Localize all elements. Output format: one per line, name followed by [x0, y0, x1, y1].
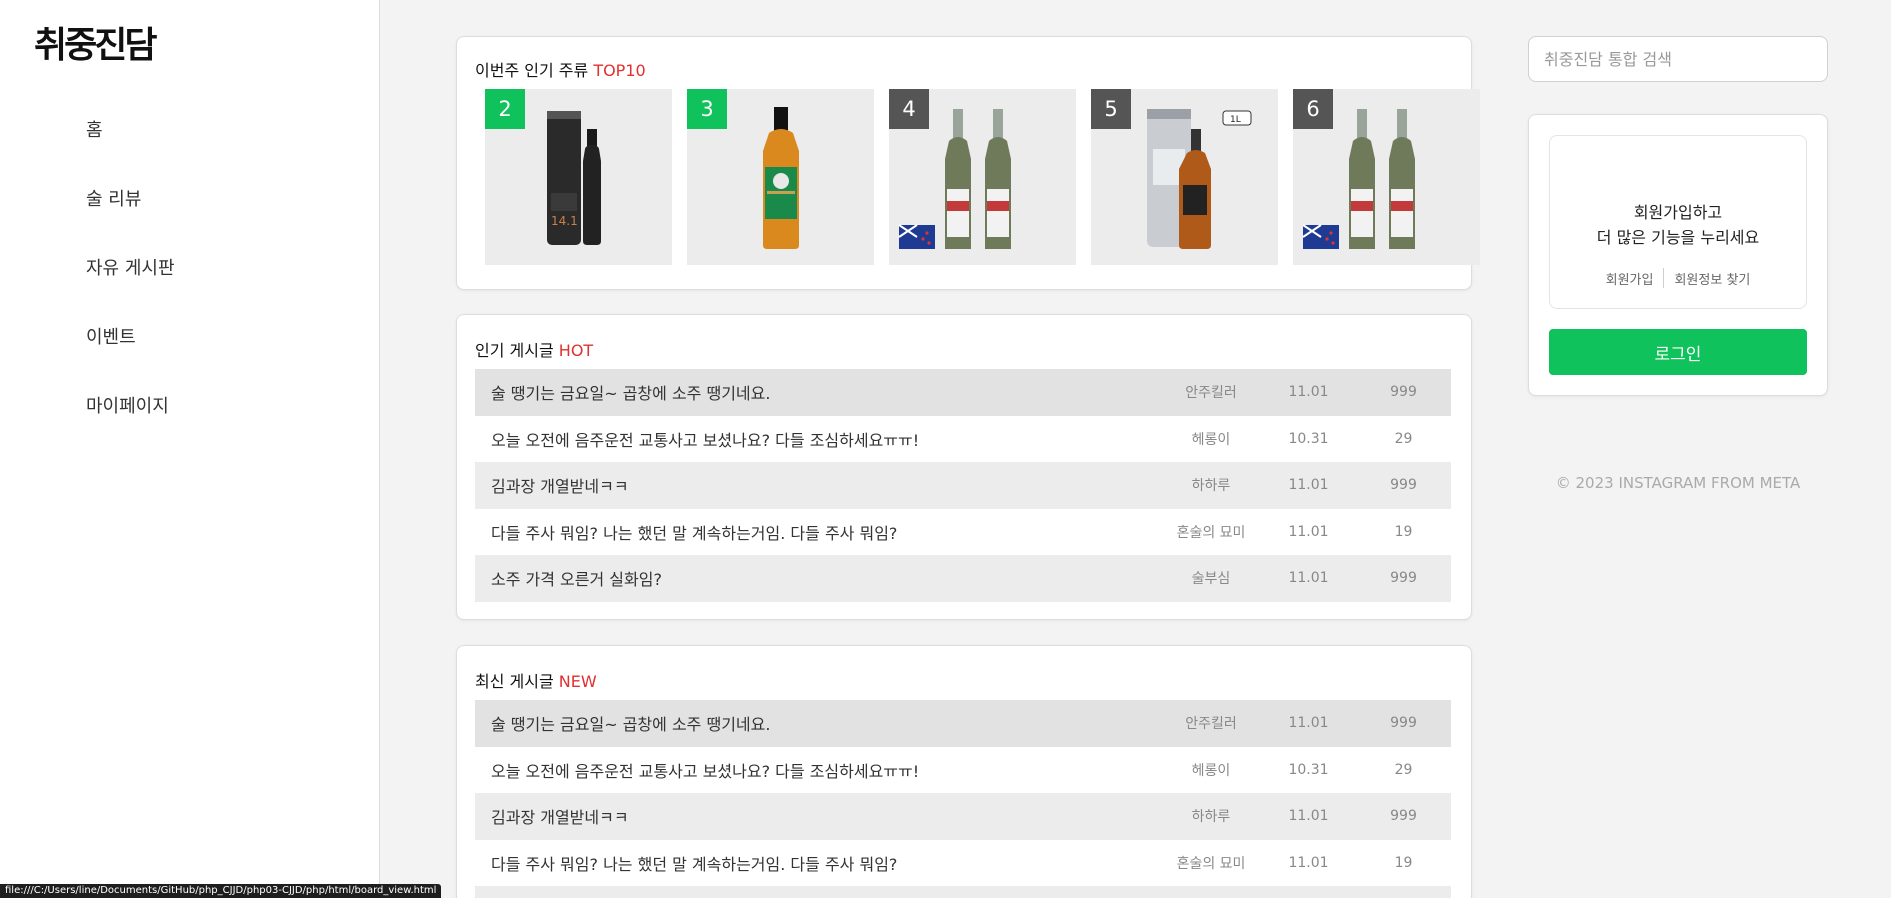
rank-badge: 5	[1091, 89, 1131, 129]
find-account-link[interactable]: 회원정보 찾기	[1674, 269, 1750, 288]
new-posts-title-accent: NEW	[558, 672, 597, 691]
account-links: 회원가입 회원정보 찾기	[1550, 268, 1806, 288]
post-date: 11.01	[1288, 854, 1329, 871]
product-card[interactable]: 6	[1293, 89, 1480, 265]
post-row[interactable]: 술 땡기는 금요일~ 곱창에 소주 땡기네요. 안주킬러 11.01 999	[475, 369, 1451, 416]
post-date: 11.01	[1288, 715, 1329, 732]
post-count: 29	[1394, 430, 1413, 447]
nav-item-liquor-review[interactable]: 술 리뷰	[86, 185, 175, 254]
post-row[interactable]: 김과장 개열받네ㅋㅋ 하하루 11.01 999	[475, 462, 1451, 509]
new-posts-list: 술 땡기는 금요일~ 곱창에 소주 땡기네요. 안주킬러 11.01 999 오…	[475, 700, 1451, 898]
post-count: 999	[1390, 715, 1417, 732]
post-title[interactable]: 술 땡기는 금요일~ 곱창에 소주 땡기네요.	[475, 711, 1161, 735]
post-title[interactable]: 김과장 개열받네ㅋㅋ	[475, 473, 1161, 497]
post-row[interactable]: 오늘 오전에 음주운전 교통사고 보셨나요? 다들 조심하세요ㅠㅠ! 헤롱이 1…	[475, 747, 1451, 794]
site-logo[interactable]: 취중진담	[34, 16, 157, 68]
post-date: 11.01	[1288, 523, 1329, 540]
copyright-text: © 2023 INSTAGRAM FROM META	[1555, 474, 1801, 492]
product-card[interactable]: 4	[889, 89, 1076, 265]
post-count: 19	[1394, 523, 1413, 540]
post-title[interactable]: 오늘 오전에 음주운전 교통사고 보셨나요? 다들 조심하세요ㅠㅠ!	[475, 427, 1161, 451]
post-row[interactable]: 다들 주사 뭐임? 나는 했던 말 계속하는거임. 다들 주사 뭐임? 혼술의 …	[475, 840, 1451, 887]
post-author: 안주킬러	[1185, 716, 1237, 733]
post-title[interactable]: 소주 가격 오른거 실화임?	[475, 566, 1161, 590]
rank-badge: 6	[1293, 89, 1333, 129]
hot-posts-title: 인기 게시글 HOT	[475, 337, 593, 361]
rank-badge: 2	[485, 89, 525, 129]
hot-posts-card: 인기 게시글 HOT 술 땡기는 금요일~ 곱창에 소주 땡기네요. 안주킬러 …	[456, 314, 1472, 620]
size-label: 1L	[1230, 115, 1241, 125]
post-author: 헤롱이	[1191, 431, 1231, 448]
post-row[interactable]	[475, 886, 1451, 898]
post-count: 19	[1394, 854, 1413, 871]
post-author: 하하루	[1191, 809, 1231, 826]
top10-title-text: 이번주 인기 주류	[475, 61, 589, 80]
login-button[interactable]: 로그인	[1549, 329, 1807, 375]
post-row[interactable]: 오늘 오전에 음주운전 교통사고 보셨나요? 다들 조심하세요ㅠㅠ! 헤롱이 1…	[475, 416, 1451, 463]
top10-title: 이번주 인기 주류 TOP10	[475, 57, 646, 81]
post-count: 999	[1390, 808, 1417, 825]
post-date: 10.31	[1288, 761, 1329, 778]
rank-badge: 3	[687, 89, 727, 129]
signup-link[interactable]: 회원가입	[1606, 269, 1654, 288]
hot-posts-title-text: 인기 게시글	[475, 341, 554, 360]
nav-item-home[interactable]: 홈	[86, 116, 175, 185]
main-nav: 홈 술 리뷰 자유 게시판 이벤트 마이페이지	[86, 116, 175, 461]
post-author: 하하루	[1191, 478, 1231, 495]
nav-item-free-board[interactable]: 자유 게시판	[86, 254, 175, 323]
new-posts-title: 최신 게시글 NEW	[475, 668, 597, 692]
post-author: 혼술의 묘미	[1176, 855, 1246, 872]
rank-badge: 4	[889, 89, 929, 129]
svg-text:14.1: 14.1	[551, 214, 578, 228]
post-row[interactable]: 김과장 개열받네ㅋㅋ 하하루 11.01 999	[475, 793, 1451, 840]
product-card[interactable]: 14.1 2	[485, 89, 672, 265]
top10-title-accent: TOP10	[593, 61, 646, 80]
post-count: 999	[1390, 384, 1417, 401]
top10-card: 이번주 인기 주류 TOP10 14.1 2 3 4 1L 5 6	[456, 36, 1480, 290]
link-divider	[1663, 268, 1665, 288]
post-author: 안주킬러	[1185, 385, 1237, 402]
hot-posts-list: 술 땡기는 금요일~ 곱창에 소주 땡기네요. 안주킬러 11.01 999 오…	[475, 369, 1451, 602]
product-card[interactable]: 1L 5	[1091, 89, 1278, 265]
post-count: 999	[1390, 570, 1417, 587]
post-row[interactable]: 다들 주사 뭐임? 나는 했던 말 계속하는거임. 다들 주사 뭐임? 혼술의 …	[475, 509, 1451, 556]
login-card: 회원가입하고 더 많은 기능을 누리세요 회원가입 회원정보 찾기 로그인	[1528, 114, 1828, 396]
browser-status-url: file:///C:/Users/line/Documents/GitHub/p…	[0, 884, 442, 898]
search-input[interactable]	[1528, 36, 1828, 82]
product-card[interactable]: 3	[687, 89, 874, 265]
post-title[interactable]: 술 땡기는 금요일~ 곱창에 소주 땡기네요.	[475, 380, 1161, 404]
post-title[interactable]: 오늘 오전에 음주운전 교통사고 보셨나요? 다들 조심하세요ㅠㅠ!	[475, 758, 1161, 782]
hot-posts-title-accent: HOT	[558, 341, 594, 360]
nav-item-event[interactable]: 이벤트	[86, 323, 175, 392]
post-date: 10.31	[1288, 430, 1329, 447]
post-row[interactable]: 술 땡기는 금요일~ 곱창에 소주 땡기네요. 안주킬러 11.01 999	[475, 700, 1451, 747]
sidebar: 취중진담 홈 술 리뷰 자유 게시판 이벤트 마이페이지	[0, 0, 380, 898]
post-date: 11.01	[1288, 808, 1329, 825]
new-posts-card: 최신 게시글 NEW 술 땡기는 금요일~ 곱창에 소주 땡기네요. 안주킬러 …	[456, 645, 1472, 898]
post-date: 11.01	[1288, 570, 1329, 587]
post-title[interactable]: 김과장 개열받네ㅋㅋ	[475, 804, 1161, 828]
post-title[interactable]: 다들 주사 뭐임? 나는 했던 말 계속하는거임. 다들 주사 뭐임?	[475, 851, 1161, 875]
signup-promo-box: 회원가입하고 더 많은 기능을 누리세요 회원가입 회원정보 찾기	[1549, 135, 1807, 309]
post-title[interactable]: 다들 주사 뭐임? 나는 했던 말 계속하는거임. 다들 주사 뭐임?	[475, 520, 1161, 544]
post-count: 999	[1390, 477, 1417, 494]
post-author: 헤롱이	[1191, 762, 1231, 779]
post-author: 혼술의 묘미	[1176, 524, 1246, 541]
promo-line-1: 회원가입하고	[1633, 203, 1723, 222]
promo-line-2: 더 많은 기능을 누리세요	[1596, 228, 1760, 247]
post-author: 술부심	[1191, 571, 1231, 588]
post-row[interactable]: 소주 가격 오른거 실화임? 술부심 11.01 999	[475, 555, 1451, 602]
post-date: 11.01	[1288, 384, 1329, 401]
new-posts-title-text: 최신 게시글	[475, 672, 554, 691]
post-count: 29	[1394, 761, 1413, 778]
signup-promo-text: 회원가입하고 더 많은 기능을 누리세요	[1550, 200, 1806, 250]
nav-item-mypage[interactable]: 마이페이지	[86, 392, 175, 461]
post-date: 11.01	[1288, 477, 1329, 494]
